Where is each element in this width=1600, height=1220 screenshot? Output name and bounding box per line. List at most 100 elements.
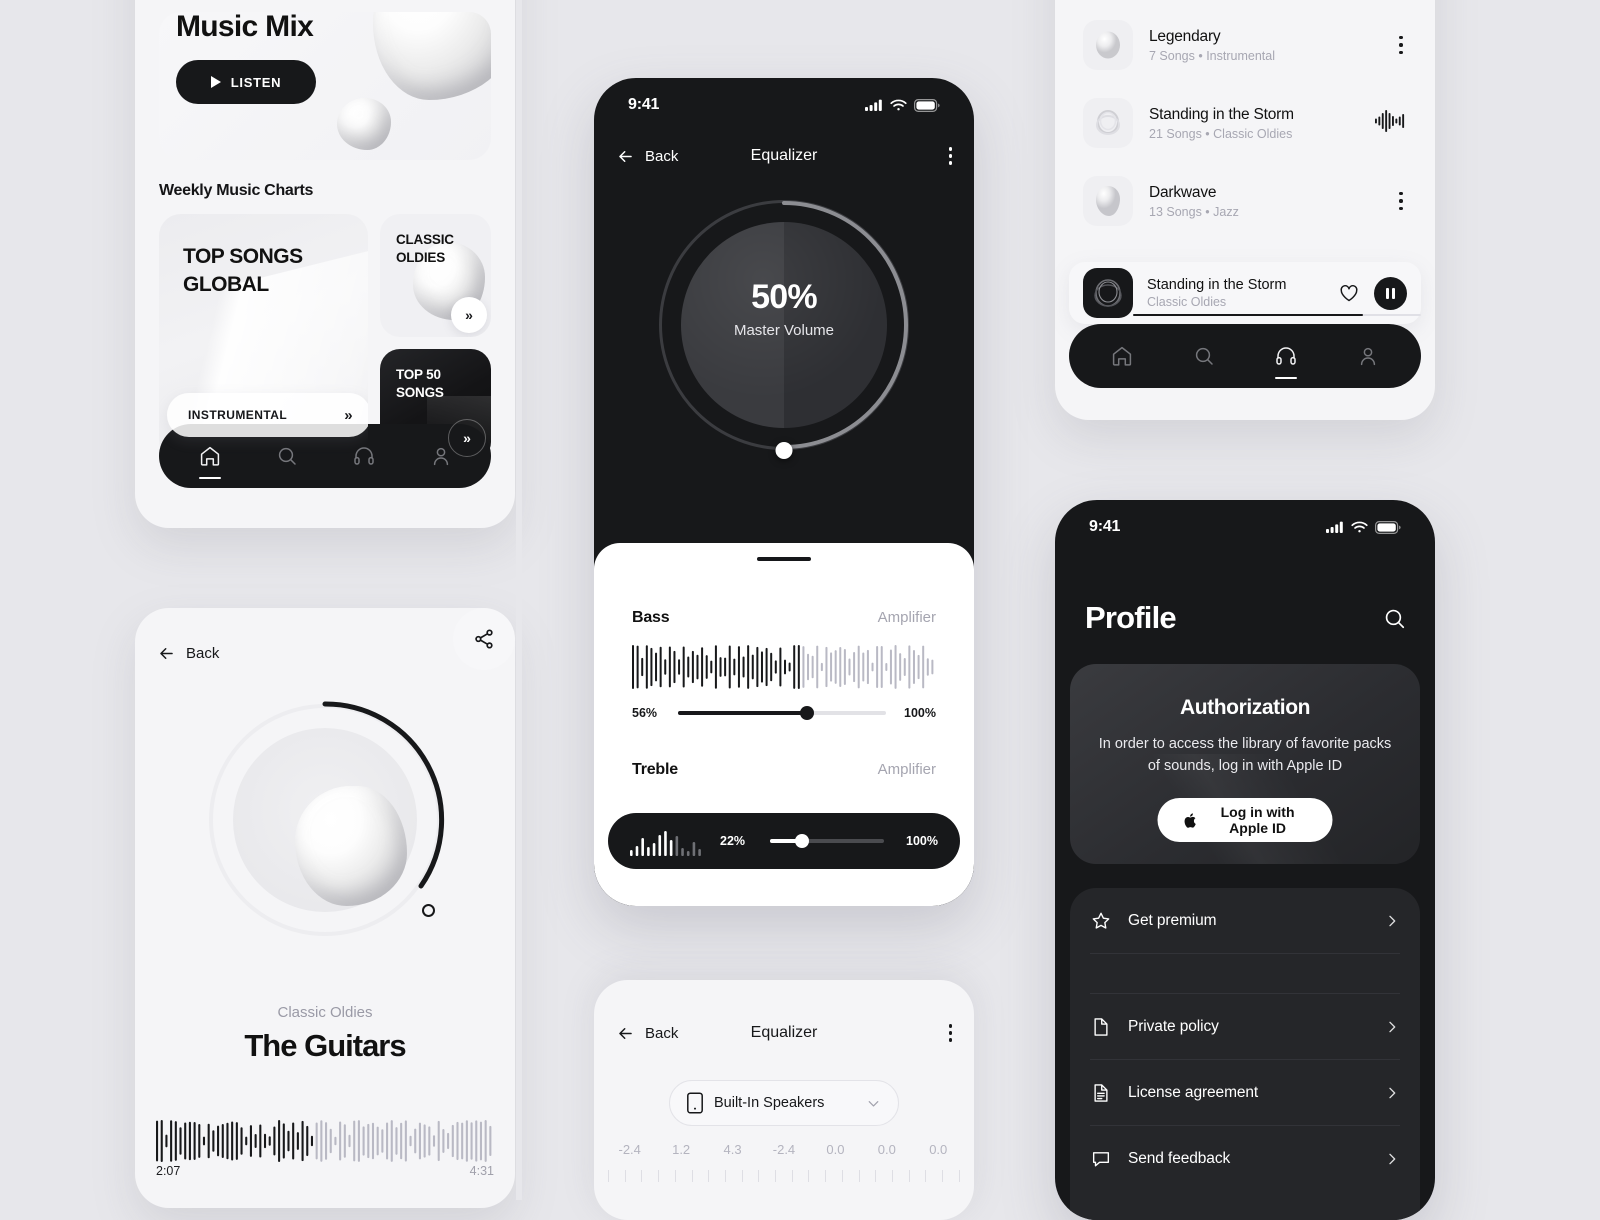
playlist-more-button[interactable]	[1395, 188, 1407, 215]
treble-slider-track[interactable]	[770, 834, 884, 848]
bass-label: Bass	[632, 609, 670, 626]
menu-item-get-premium[interactable]: Get premium	[1090, 888, 1400, 954]
equalizer-output-card: Back Equalizer Built-In Speakers -2.4 1.2…	[594, 980, 974, 1220]
mini-player-pause-button[interactable]	[1374, 276, 1407, 310]
eq-tick	[775, 1170, 777, 1182]
heart-icon[interactable]	[1338, 282, 1360, 304]
status-time: 9:41	[628, 96, 660, 113]
top-songs-global-title: TOP SONGS GLOBAL	[183, 245, 303, 296]
bass-slider-fill	[678, 711, 807, 715]
equalizer-bands-sheet: Bass Amplifier 56% 100% Treble Amplifier…	[594, 543, 974, 906]
equalizer-more-menu-button[interactable]	[948, 147, 952, 165]
player-back-label: Back	[186, 645, 220, 662]
treble-slider-thumb[interactable]	[794, 834, 809, 848]
wifi-icon	[890, 99, 907, 111]
top-songs-global-card[interactable]: TOP SONGS GLOBAL INSTRUMENTAL »	[159, 214, 368, 462]
equalizer-card-back-button[interactable]: Back	[616, 1024, 678, 1043]
menu-divider-gap	[1090, 954, 1400, 994]
menu-item-license-agreement[interactable]: License agreement	[1090, 1060, 1400, 1126]
profile-search-button[interactable]	[1382, 606, 1407, 636]
player-back-button[interactable]: Back	[157, 644, 219, 663]
track-time-current: 2:07	[156, 1164, 181, 1178]
search-icon	[1385, 609, 1405, 629]
playlist-list: Legendary 7 Songs • Instrumental Standing …	[1069, 6, 1421, 240]
equalizer-card-back-label: Back	[645, 1024, 679, 1042]
nav-item-search[interactable]	[1176, 344, 1232, 368]
dial-handle[interactable]	[422, 904, 435, 917]
nav-item-profile[interactable]	[1340, 344, 1396, 368]
knob-handle[interactable]	[775, 442, 793, 459]
nav-item-home[interactable]	[182, 444, 238, 479]
equalizer-card-more-menu-button[interactable]	[948, 1024, 952, 1042]
hero-title: Music Mix	[176, 12, 314, 43]
nav-item-headphones[interactable]	[336, 444, 392, 468]
playlist-row[interactable]: Legendary 7 Songs • Instrumental	[1069, 6, 1421, 84]
share-button[interactable]	[453, 608, 515, 670]
eq-tick	[641, 1170, 643, 1182]
treble-waveform	[630, 831, 701, 856]
authorization-text: In order to access the library of favori…	[1098, 736, 1392, 774]
treble-min-label: 22%	[720, 834, 746, 848]
eq-tick	[741, 1170, 743, 1182]
instrumental-pill-button[interactable]: INSTRUMENTAL »	[167, 393, 368, 437]
album-art-blob-icon	[295, 786, 407, 906]
track-waveform[interactable]	[156, 1120, 494, 1162]
authorization-card: Authorization In order to access the lib…	[1070, 664, 1420, 864]
track-time-total: 4:31	[469, 1164, 494, 1178]
wifi-icon	[1351, 521, 1368, 533]
nav-active-indicator	[198, 476, 221, 479]
authorization-heading: Authorization	[1179, 696, 1311, 719]
menu-item-private-policy[interactable]: Private policy	[1090, 994, 1400, 1060]
left-edge-strip	[0, 0, 6, 1200]
track-subtitle: Classic Oldies	[277, 1004, 373, 1021]
eq-tick	[942, 1170, 944, 1182]
eq-gain-value: 0.0	[826, 1142, 845, 1157]
nav-item-home[interactable]	[1094, 344, 1150, 368]
equalizer-back-button[interactable]: Back	[616, 147, 678, 166]
bass-slider-thumb[interactable]	[799, 706, 814, 720]
playlist-title: Legendary	[1149, 27, 1221, 45]
eq-tick	[908, 1170, 910, 1182]
apple-login-button[interactable]: Log in with Apple ID	[1157, 798, 1333, 842]
playlist-more-button[interactable]	[1395, 32, 1407, 59]
treble-mode: Amplifier	[877, 761, 936, 778]
nav-item-search[interactable]	[259, 444, 315, 468]
master-volume-knob[interactable]: 50% Master Volume	[659, 200, 909, 459]
output-device-select[interactable]: Built-In Speakers	[669, 1080, 899, 1126]
chevron-right-icon	[1389, 1021, 1396, 1032]
mini-player-progress[interactable]	[1133, 313, 1421, 316]
treble-slider-pill[interactable]: 22% 100%	[608, 813, 960, 869]
nav-item-headphones[interactable]	[1258, 344, 1314, 379]
playlist-row[interactable]: Darkwave 13 Songs • Jazz	[1069, 162, 1421, 240]
sheet-grabber[interactable]	[757, 557, 811, 561]
mini-player[interactable]: Standing in the Storm Classic Oldies	[1069, 262, 1421, 324]
playlist-artwork	[1083, 20, 1133, 70]
decorative-blob-small-icon	[337, 98, 391, 150]
menu-item-send-feedback[interactable]: Send feedback	[1090, 1126, 1400, 1192]
bass-min-label: 56%	[632, 706, 658, 720]
album-art-dial[interactable]	[209, 701, 445, 936]
listen-button[interactable]: LISTEN	[176, 60, 316, 104]
classic-oldies-open-button[interactable]: »	[451, 297, 487, 333]
top-50-songs-title: TOP 50 SONGS	[395, 367, 444, 401]
listen-button-label: LISTEN	[230, 74, 282, 90]
eq-tick	[875, 1170, 877, 1182]
cellular-signal-icon	[1326, 521, 1343, 533]
chevron-double-right-icon: »	[463, 430, 471, 446]
eq-tick	[724, 1170, 726, 1182]
status-bar: 9:41	[1055, 500, 1435, 554]
equalizer-phone-screen: 9:41 Back Equalizer 50% Master Volume Ba…	[594, 78, 974, 906]
eq-gain-values: -2.4 1.2 4.3 -2.4 0.0 0.0 0.0	[600, 1142, 968, 1157]
top-50-open-button[interactable]: »	[448, 419, 486, 457]
classic-oldies-title: CLASSIC OLDIES	[395, 232, 454, 265]
bass-slider-track[interactable]	[678, 706, 886, 720]
status-time: 9:41	[1089, 518, 1121, 535]
eq-tick	[925, 1170, 927, 1182]
chevron-double-right-icon: »	[344, 406, 353, 424]
playlist-row[interactable]: Standing in the Storm 21 Songs • Classic …	[1069, 84, 1421, 162]
chevron-double-right-icon: »	[465, 307, 473, 323]
profile-phone-screen: 9:41 Profile Authorization In order to a…	[1055, 500, 1435, 1220]
bass-slider[interactable]: 56% 100%	[632, 706, 936, 720]
playlist-artwork	[1083, 176, 1133, 226]
classic-oldies-card[interactable]: CLASSIC OLDIES »	[379, 214, 491, 337]
